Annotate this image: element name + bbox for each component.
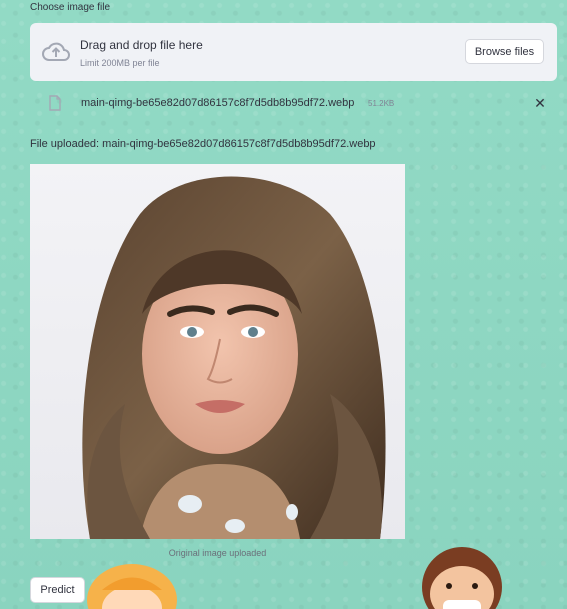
remove-file-icon[interactable]: ✕ — [533, 94, 547, 112]
predict-button[interactable]: Predict — [30, 577, 85, 603]
file-icon — [49, 95, 61, 111]
cloud-upload-icon — [42, 42, 70, 61]
uploaded-portrait-image — [30, 164, 405, 539]
upload-status-text: File uploaded: main-qimg-be65e82d07d8615… — [30, 138, 376, 150]
uploader-label: Choose image file — [30, 2, 111, 13]
cartoon-character-left — [87, 564, 177, 609]
browse-files-button[interactable]: Browse files — [465, 39, 544, 64]
file-name: main-qimg-be65e82d07d86157c8f7d5db8b95df… — [81, 97, 355, 109]
cartoon-character-right — [422, 547, 502, 609]
file-dropzone[interactable]: Drag and drop file here Limit 200MB per … — [30, 23, 557, 81]
image-caption: Original image uploaded — [168, 548, 267, 558]
uploaded-file-row: main-qimg-be65e82d07d86157c8f7d5db8b95df… — [30, 94, 557, 114]
file-size: 51.2KB — [368, 99, 395, 108]
dropzone-limit: Limit 200MB per file — [80, 58, 160, 68]
dropzone-title: Drag and drop file here — [80, 38, 203, 52]
